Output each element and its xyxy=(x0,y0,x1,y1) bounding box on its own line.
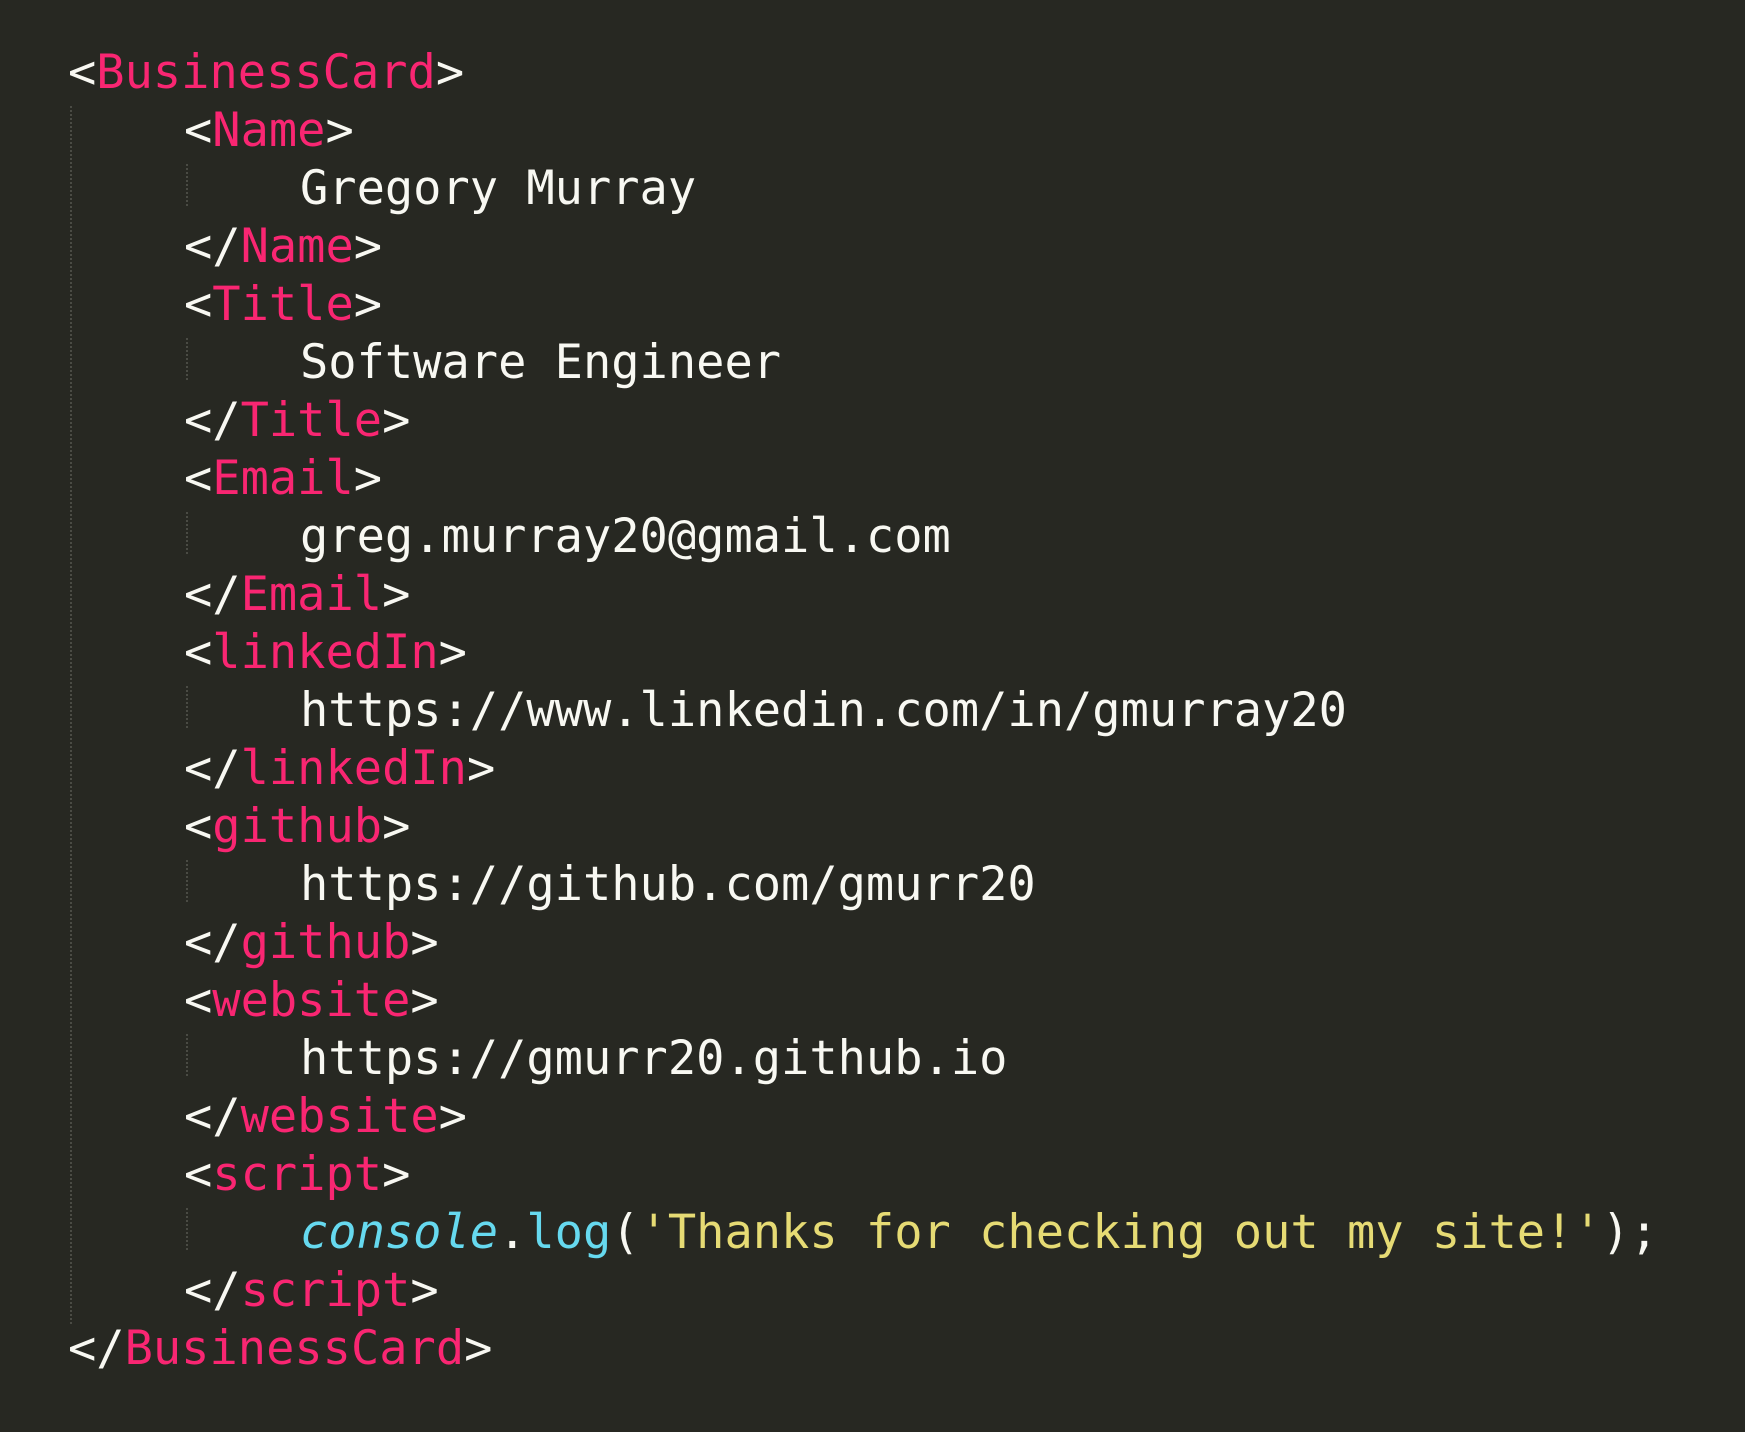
log-string: 'Thanks for checking out my site!' xyxy=(639,1205,1602,1260)
close-bracket: > xyxy=(325,103,354,158)
close-bracket: > xyxy=(438,625,467,680)
code-line[interactable]: </Email> xyxy=(184,566,410,624)
indent-guide xyxy=(186,686,188,728)
code-line[interactable]: </Title> xyxy=(184,392,410,450)
close-bracket: > xyxy=(353,451,383,506)
open-bracket: </ xyxy=(184,219,241,274)
code-line[interactable]: <script> xyxy=(184,1146,410,1204)
close-bracket: > xyxy=(382,393,411,448)
indent-guide xyxy=(186,1034,188,1076)
close-paren-semicolon: ); xyxy=(1601,1205,1659,1260)
dot-operator: . xyxy=(498,1205,527,1260)
open-bracket: < xyxy=(184,799,213,854)
open-paren: ( xyxy=(611,1205,640,1260)
name-close-tag: Name xyxy=(240,219,354,274)
code-editor[interactable]: <BusinessCard> <Name> Gregory Murray </N… xyxy=(0,0,1745,1432)
indent-guide xyxy=(186,860,188,902)
linkedin-open-tag: linkedIn xyxy=(212,625,439,680)
close-bracket: > xyxy=(438,1089,467,1144)
close-bracket: > xyxy=(353,277,383,332)
close-bracket: > xyxy=(410,973,439,1028)
title-value: Software Engineer xyxy=(300,335,782,390)
code-line[interactable]: <github> xyxy=(184,798,410,856)
close-bracket: > xyxy=(382,799,411,854)
code-line[interactable]: <linkedIn> xyxy=(184,624,467,682)
script-close-tag: script xyxy=(240,1263,411,1318)
open-bracket: </ xyxy=(184,567,241,622)
code-line[interactable]: <website> xyxy=(184,972,439,1030)
open-bracket: < xyxy=(184,103,213,158)
code-line[interactable]: </linkedIn> xyxy=(184,740,495,798)
code-line[interactable]: <Title> xyxy=(184,276,382,334)
linkedin-value: https://www.linkedin.com/in/gmurray20 xyxy=(300,683,1347,738)
name-open-tag: Name xyxy=(212,103,326,158)
code-line[interactable]: </BusinessCard> xyxy=(68,1320,492,1378)
code-line[interactable]: <Email> xyxy=(184,450,382,508)
indent-guide xyxy=(186,338,188,380)
open-bracket: </ xyxy=(184,393,241,448)
close-bracket: > xyxy=(382,567,411,622)
open-bracket: < xyxy=(68,45,97,100)
website-open-tag: website xyxy=(212,973,411,1028)
title-open-tag: Title xyxy=(212,277,354,332)
code-line[interactable]: </Name> xyxy=(184,218,382,276)
open-bracket: </ xyxy=(184,1263,241,1318)
linkedin-close-tag: linkedIn xyxy=(240,741,467,796)
code-line[interactable]: Software Engineer xyxy=(300,334,781,392)
code-line[interactable]: </script> xyxy=(184,1262,439,1320)
open-bracket: < xyxy=(184,973,213,1028)
code-line[interactable]: console.log('Thanks for checking out my … xyxy=(300,1204,1658,1262)
code-line[interactable]: https://gmurr20.github.io xyxy=(300,1030,1007,1088)
open-bracket: < xyxy=(184,277,213,332)
close-bracket: > xyxy=(435,45,465,100)
website-close-tag: website xyxy=(240,1089,439,1144)
github-close-tag: github xyxy=(240,915,411,970)
code-line[interactable]: https://github.com/gmurr20 xyxy=(300,856,1036,914)
github-open-tag: github xyxy=(212,799,383,854)
open-bracket: </ xyxy=(184,741,241,796)
close-bracket: > xyxy=(464,1321,493,1376)
code-line[interactable]: </github> xyxy=(184,914,439,972)
indent-guide xyxy=(186,1208,188,1250)
console-object: console xyxy=(300,1205,499,1260)
email-value: greg.murray20@gmail.com xyxy=(300,509,951,564)
close-bracket: > xyxy=(353,219,383,274)
open-bracket: </ xyxy=(68,1321,125,1376)
code-line[interactable]: https://www.linkedin.com/in/gmurray20 xyxy=(300,682,1347,740)
close-bracket: > xyxy=(466,741,496,796)
open-bracket: < xyxy=(184,1147,213,1202)
root-close-tag: BusinessCard xyxy=(124,1321,465,1376)
indent-guide xyxy=(186,164,188,206)
script-open-tag: script xyxy=(212,1147,383,1202)
close-bracket: > xyxy=(410,915,439,970)
log-method: log xyxy=(526,1205,612,1260)
code-line[interactable]: <BusinessCard> xyxy=(68,44,464,102)
email-open-tag: Email xyxy=(212,451,354,506)
indent-guide xyxy=(186,512,188,554)
open-bracket: < xyxy=(184,625,213,680)
code-line[interactable]: Gregory Murray xyxy=(300,160,696,218)
root-open-tag: BusinessCard xyxy=(96,45,436,100)
name-value: Gregory Murray xyxy=(300,161,697,216)
close-bracket: > xyxy=(382,1147,411,1202)
email-close-tag: Email xyxy=(240,567,383,622)
code-line[interactable]: </website> xyxy=(184,1088,467,1146)
indent-guide xyxy=(70,106,72,1324)
open-bracket: </ xyxy=(184,915,241,970)
open-bracket: </ xyxy=(184,1089,241,1144)
github-value: https://github.com/gmurr20 xyxy=(300,857,1036,912)
open-bracket: < xyxy=(184,451,213,506)
code-line[interactable]: <Name> xyxy=(184,102,354,160)
code-line[interactable]: greg.murray20@gmail.com xyxy=(300,508,951,566)
title-close-tag: Title xyxy=(240,393,383,448)
close-bracket: > xyxy=(410,1263,439,1318)
website-value: https://gmurr20.github.io xyxy=(300,1031,1008,1086)
